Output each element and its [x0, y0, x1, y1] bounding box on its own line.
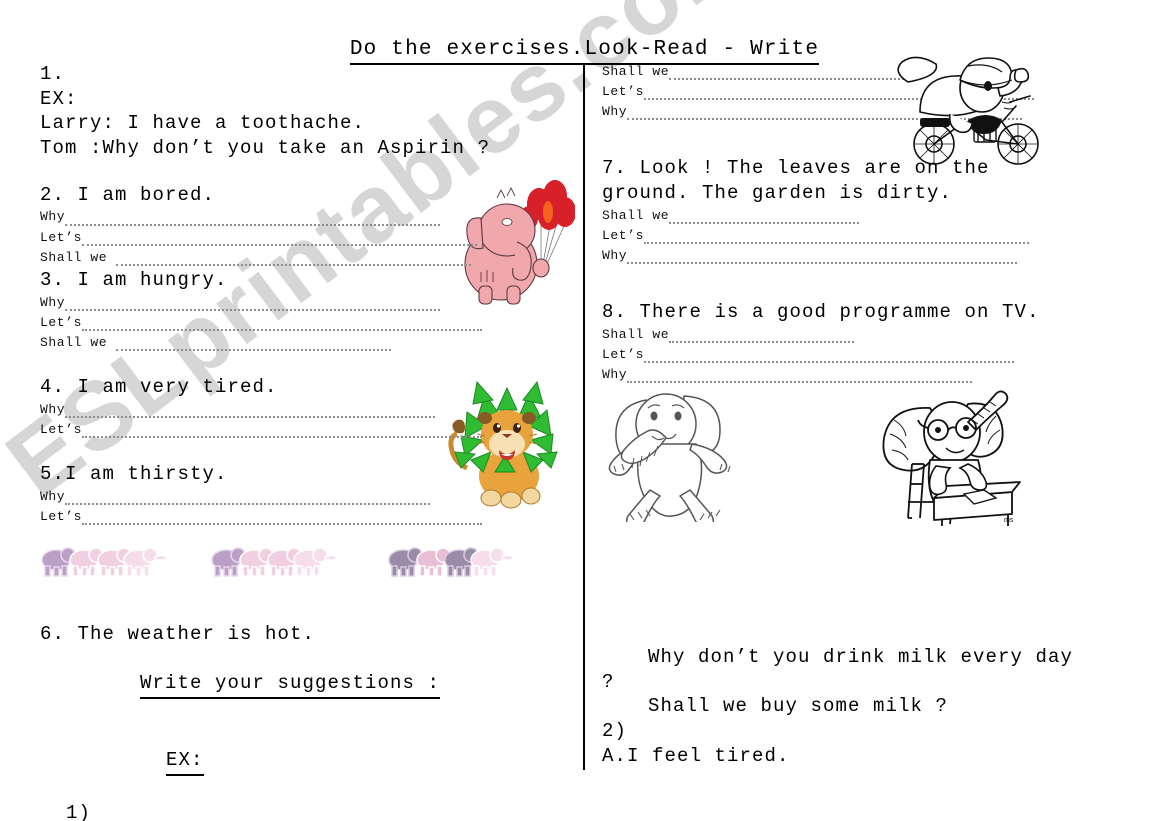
exercise-4: 4. I am very tired. Why Let’s	[40, 375, 560, 440]
answer-line-3: Shall we buy some milk ?	[648, 695, 949, 718]
answer-blank[interactable]	[644, 230, 1030, 245]
dancing-elephant-image	[592, 382, 757, 528]
exercise-2: 2. I am bored. Why Let’s Shall we	[40, 183, 560, 268]
prompt-label: Let’s	[602, 84, 645, 100]
left-column-bottom: 6. The weather is hot. Write your sugges…	[40, 622, 570, 821]
answer-line[interactable]: Why	[40, 293, 560, 313]
answer-line[interactable]: Let’s	[40, 420, 560, 440]
exercise-6-ex-label: EX:	[166, 748, 204, 777]
prompt-label: Shall we	[40, 249, 116, 265]
answer-line-1: Why don’t you drink milk every day	[648, 646, 1074, 668]
answer-line[interactable]: Why	[40, 400, 560, 420]
prompt-label: Let’s	[40, 314, 83, 330]
svg-text:ms: ms	[1004, 517, 1014, 524]
exercise-5-question: 5.I am thirsty.	[40, 462, 228, 485]
prompt-label: Why	[40, 294, 66, 310]
exercise-1-line-a: Larry: I have a toothache.	[40, 112, 366, 135]
prompt-label: Why	[40, 209, 66, 225]
exercise-5: 5.I am thirsty. Why Let’s	[40, 462, 560, 527]
elephant-border-strip-3	[385, 540, 515, 580]
exercise-6-sub-number: 1)	[66, 801, 92, 821]
exercise-8: 8. There is a good programme on TV. Shal…	[602, 300, 1122, 385]
prompt-label: Why	[602, 104, 628, 120]
page-title-text: Do the exercises.Look-Read - Write	[349, 38, 820, 65]
right-column-bottom: Why don’t you drink milk every day ? Sha…	[602, 645, 1142, 768]
answer-line[interactable]: Shall we	[40, 333, 560, 353]
answers-block: Why don’t you drink milk every day ? Sha…	[602, 645, 1142, 768]
prompt-label: Let’s	[602, 227, 645, 243]
exercise-3-question: 3. I am hungry.	[40, 268, 228, 291]
column-divider	[583, 63, 585, 770]
answer-blank[interactable]	[82, 232, 478, 246]
worksheet-page: ESLprintables.com Do the exercises.Look-…	[0, 0, 1169, 821]
answer-line[interactable]: Let’s	[40, 228, 560, 248]
answer-line-2: ?	[602, 670, 615, 693]
answer-blank[interactable]	[627, 250, 1018, 265]
prompt-label: Let’s	[40, 229, 83, 245]
answer-blank[interactable]	[82, 317, 483, 331]
desk-elephant-image: ms	[872, 386, 1032, 526]
exercise-1-number: 1.	[40, 63, 66, 85]
answer-blank[interactable]	[627, 369, 973, 384]
answer-line[interactable]: Shall we	[602, 206, 1122, 226]
answer-line[interactable]: Let’s	[602, 345, 1122, 365]
prompt-label: Shall we	[602, 207, 670, 223]
answer-line[interactable]: Why	[40, 487, 560, 507]
answer-blank[interactable]	[115, 337, 391, 351]
answer-line-4: A.I feel tired.	[602, 744, 790, 767]
answer-blank[interactable]	[644, 349, 1015, 364]
left-column: 1. EX: Larry: I have a toothache. Tom :W…	[40, 62, 560, 527]
prompt-label: Why	[40, 401, 66, 417]
exercise-1: 1. EX: Larry: I have a toothache. Tom :W…	[40, 62, 560, 161]
answer-blank[interactable]	[82, 424, 483, 438]
exercise-6-instruction-wrap: Write your suggestions :	[40, 647, 570, 724]
answer-blank[interactable]	[65, 404, 436, 418]
exercise-1-line-b: Tom :Why don’t you take an Aspirin ?	[40, 137, 491, 160]
prompt-label: Shall we	[40, 334, 116, 350]
exercise-6: 6. The weather is hot. Write your sugges…	[40, 622, 570, 821]
answer-line[interactable]: Why	[602, 365, 1122, 385]
answer-blank[interactable]	[669, 210, 860, 224]
answer-blank[interactable]	[115, 252, 471, 266]
answer-line[interactable]: Shall we	[602, 325, 1122, 345]
answers-sub-number: 2)	[602, 720, 628, 743]
prompt-label: Why	[40, 488, 66, 504]
exercise-4-question: 4. I am very tired.	[40, 375, 278, 398]
answer-line[interactable]: Why	[40, 207, 560, 227]
answer-line[interactable]: Let’s	[40, 507, 560, 527]
answer-blank[interactable]	[82, 511, 483, 525]
prompt-label: Shall we	[602, 326, 670, 342]
answer-blank[interactable]	[669, 329, 855, 344]
prompt-label: Why	[602, 367, 628, 383]
answer-blank[interactable]	[65, 491, 431, 505]
elephant-border-strip-1	[38, 540, 168, 580]
prompt-label: Why	[602, 248, 628, 264]
elephant-border-strip-2	[208, 540, 338, 580]
exercise-6-question: 6. The weather is hot.	[40, 623, 316, 645]
exercise-7: 7. Look ! The leaves are on the ground. …	[602, 156, 1122, 266]
exercise-6-instruction: Write your suggestions :	[140, 671, 441, 700]
prompt-label: Let’s	[40, 508, 83, 524]
prompt-label: Let’s	[602, 347, 645, 363]
exercise-1-ex-label: EX:	[40, 87, 78, 110]
exercise-3: 3. I am hungry. Why Let’s Shall we	[40, 268, 560, 353]
answer-line[interactable]: Let’s	[40, 313, 560, 333]
exercise-6-ex-wrap: EX:	[40, 724, 570, 801]
prompt-label: Shall we	[602, 64, 670, 79]
answer-blank[interactable]	[65, 297, 441, 311]
exercise-2-question: 2. I am bored.	[40, 183, 216, 206]
answer-blank[interactable]	[669, 66, 905, 81]
answer-blank[interactable]	[65, 212, 441, 226]
prompt-label: Let’s	[40, 421, 83, 437]
exercise-8-question: 8. There is a good programme on TV.	[602, 301, 1040, 324]
motorcycle-elephant-image	[890, 52, 1060, 172]
answer-line[interactable]: Shall we	[40, 248, 560, 268]
answer-line[interactable]: Let’s	[602, 226, 1122, 246]
answer-line[interactable]: Why	[602, 246, 1122, 266]
